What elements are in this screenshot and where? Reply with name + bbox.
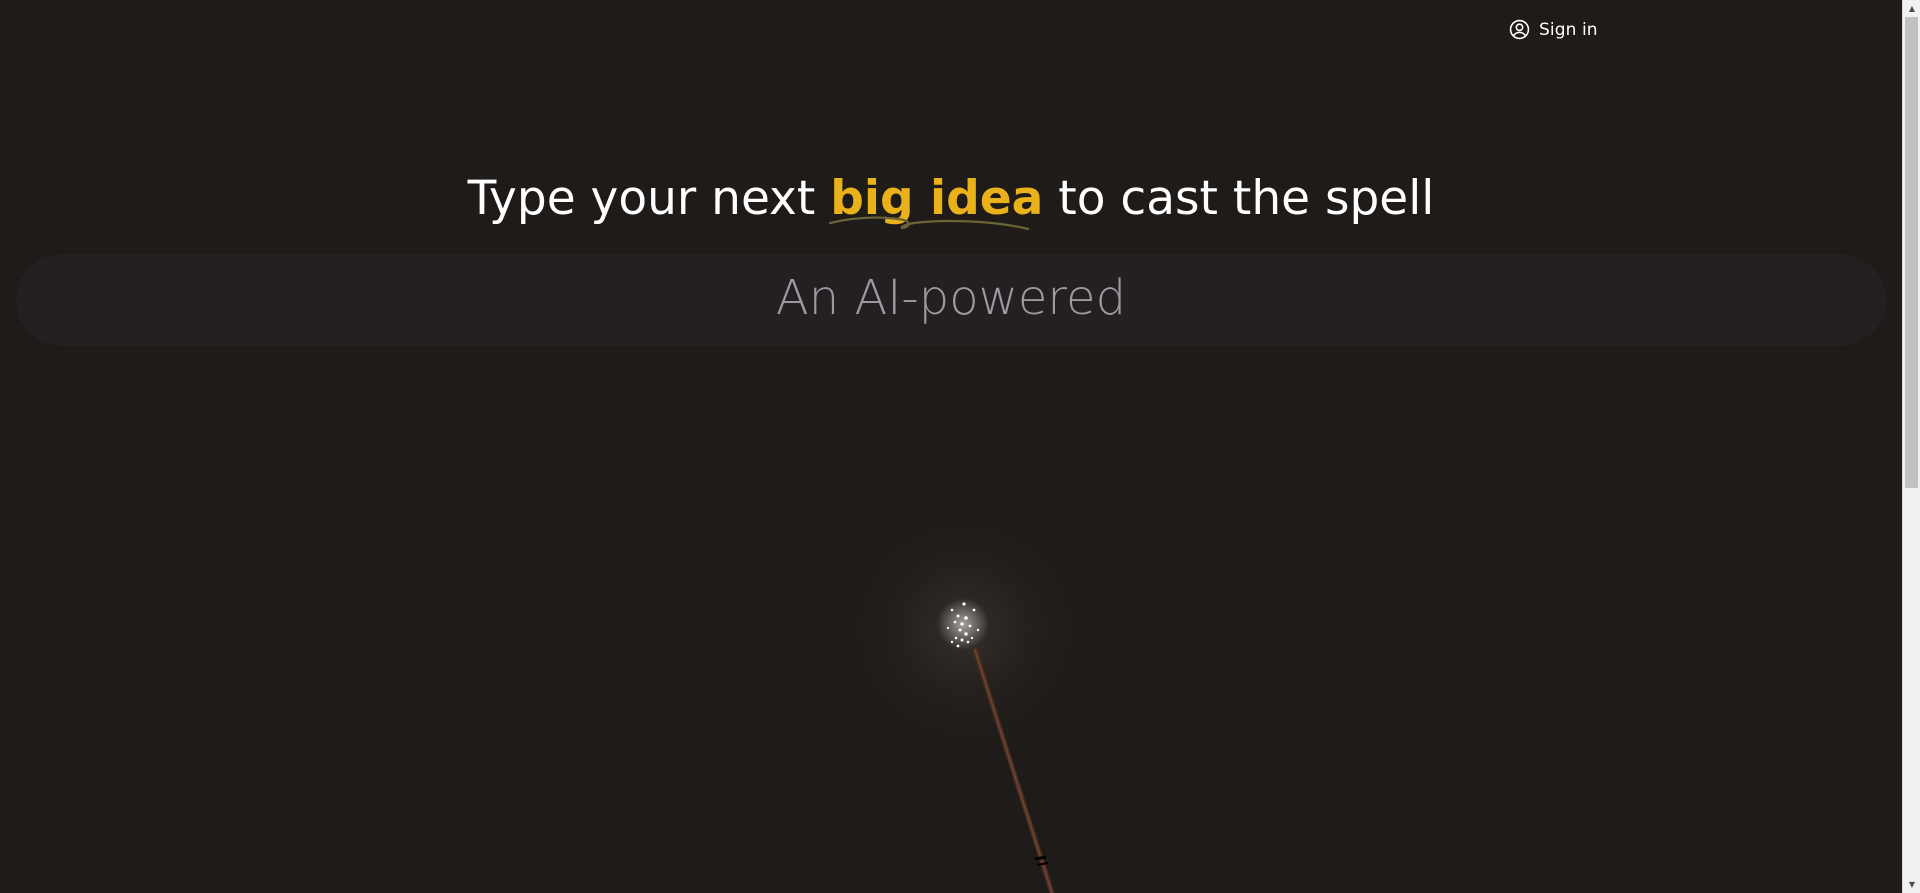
- scroll-up-arrow-icon[interactable]: ▲: [1903, 0, 1920, 17]
- page-scrollbar[interactable]: ▲ ▼: [1902, 0, 1920, 893]
- scroll-down-arrow-icon[interactable]: ▼: [1903, 876, 1920, 893]
- page: Sign in Type your next big idea to cast …: [0, 0, 1902, 893]
- scrollbar-thumb[interactable]: [1905, 17, 1918, 488]
- magic-wand-icon: [937, 598, 1055, 893]
